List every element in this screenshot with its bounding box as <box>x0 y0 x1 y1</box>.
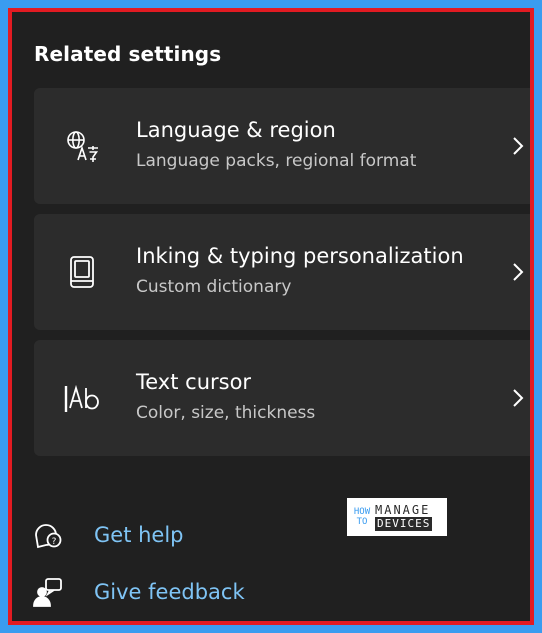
card-title: Text cursor <box>136 370 252 394</box>
settings-panel: Related settings Language & region Langu… <box>8 8 534 625</box>
inking-typing-card[interactable]: Inking & typing personalization Custom d… <box>34 214 530 330</box>
get-help-label[interactable]: Get help <box>94 523 184 547</box>
help-icon: ? <box>30 517 66 553</box>
card-title: Language & region <box>136 118 336 142</box>
language-region-card[interactable]: Language & region Language packs, region… <box>34 88 530 204</box>
chevron-right-icon <box>506 384 530 412</box>
give-feedback-link[interactable]: Give feedback <box>30 574 245 610</box>
chevron-right-icon <box>506 132 530 160</box>
section-title: Related settings <box>34 42 222 66</box>
text-cursor-icon <box>62 378 102 418</box>
text-cursor-card[interactable]: Text cursor Color, size, thickness <box>34 340 530 456</box>
language-icon <box>62 126 102 166</box>
card-subtitle: Language packs, regional format <box>136 151 417 171</box>
card-subtitle: Color, size, thickness <box>136 403 316 423</box>
card-subtitle: Custom dictionary <box>136 277 292 297</box>
card-title: Inking & typing personalization <box>136 244 464 268</box>
get-help-link[interactable]: ? Get help <box>30 517 184 553</box>
svg-text:?: ? <box>52 537 57 547</box>
book-icon <box>62 252 102 292</box>
brand-logo: HOW TO MANAGE DEVICES <box>347 498 447 536</box>
give-feedback-label[interactable]: Give feedback <box>94 580 245 604</box>
feedback-icon <box>30 574 66 610</box>
chevron-right-icon <box>506 258 530 286</box>
